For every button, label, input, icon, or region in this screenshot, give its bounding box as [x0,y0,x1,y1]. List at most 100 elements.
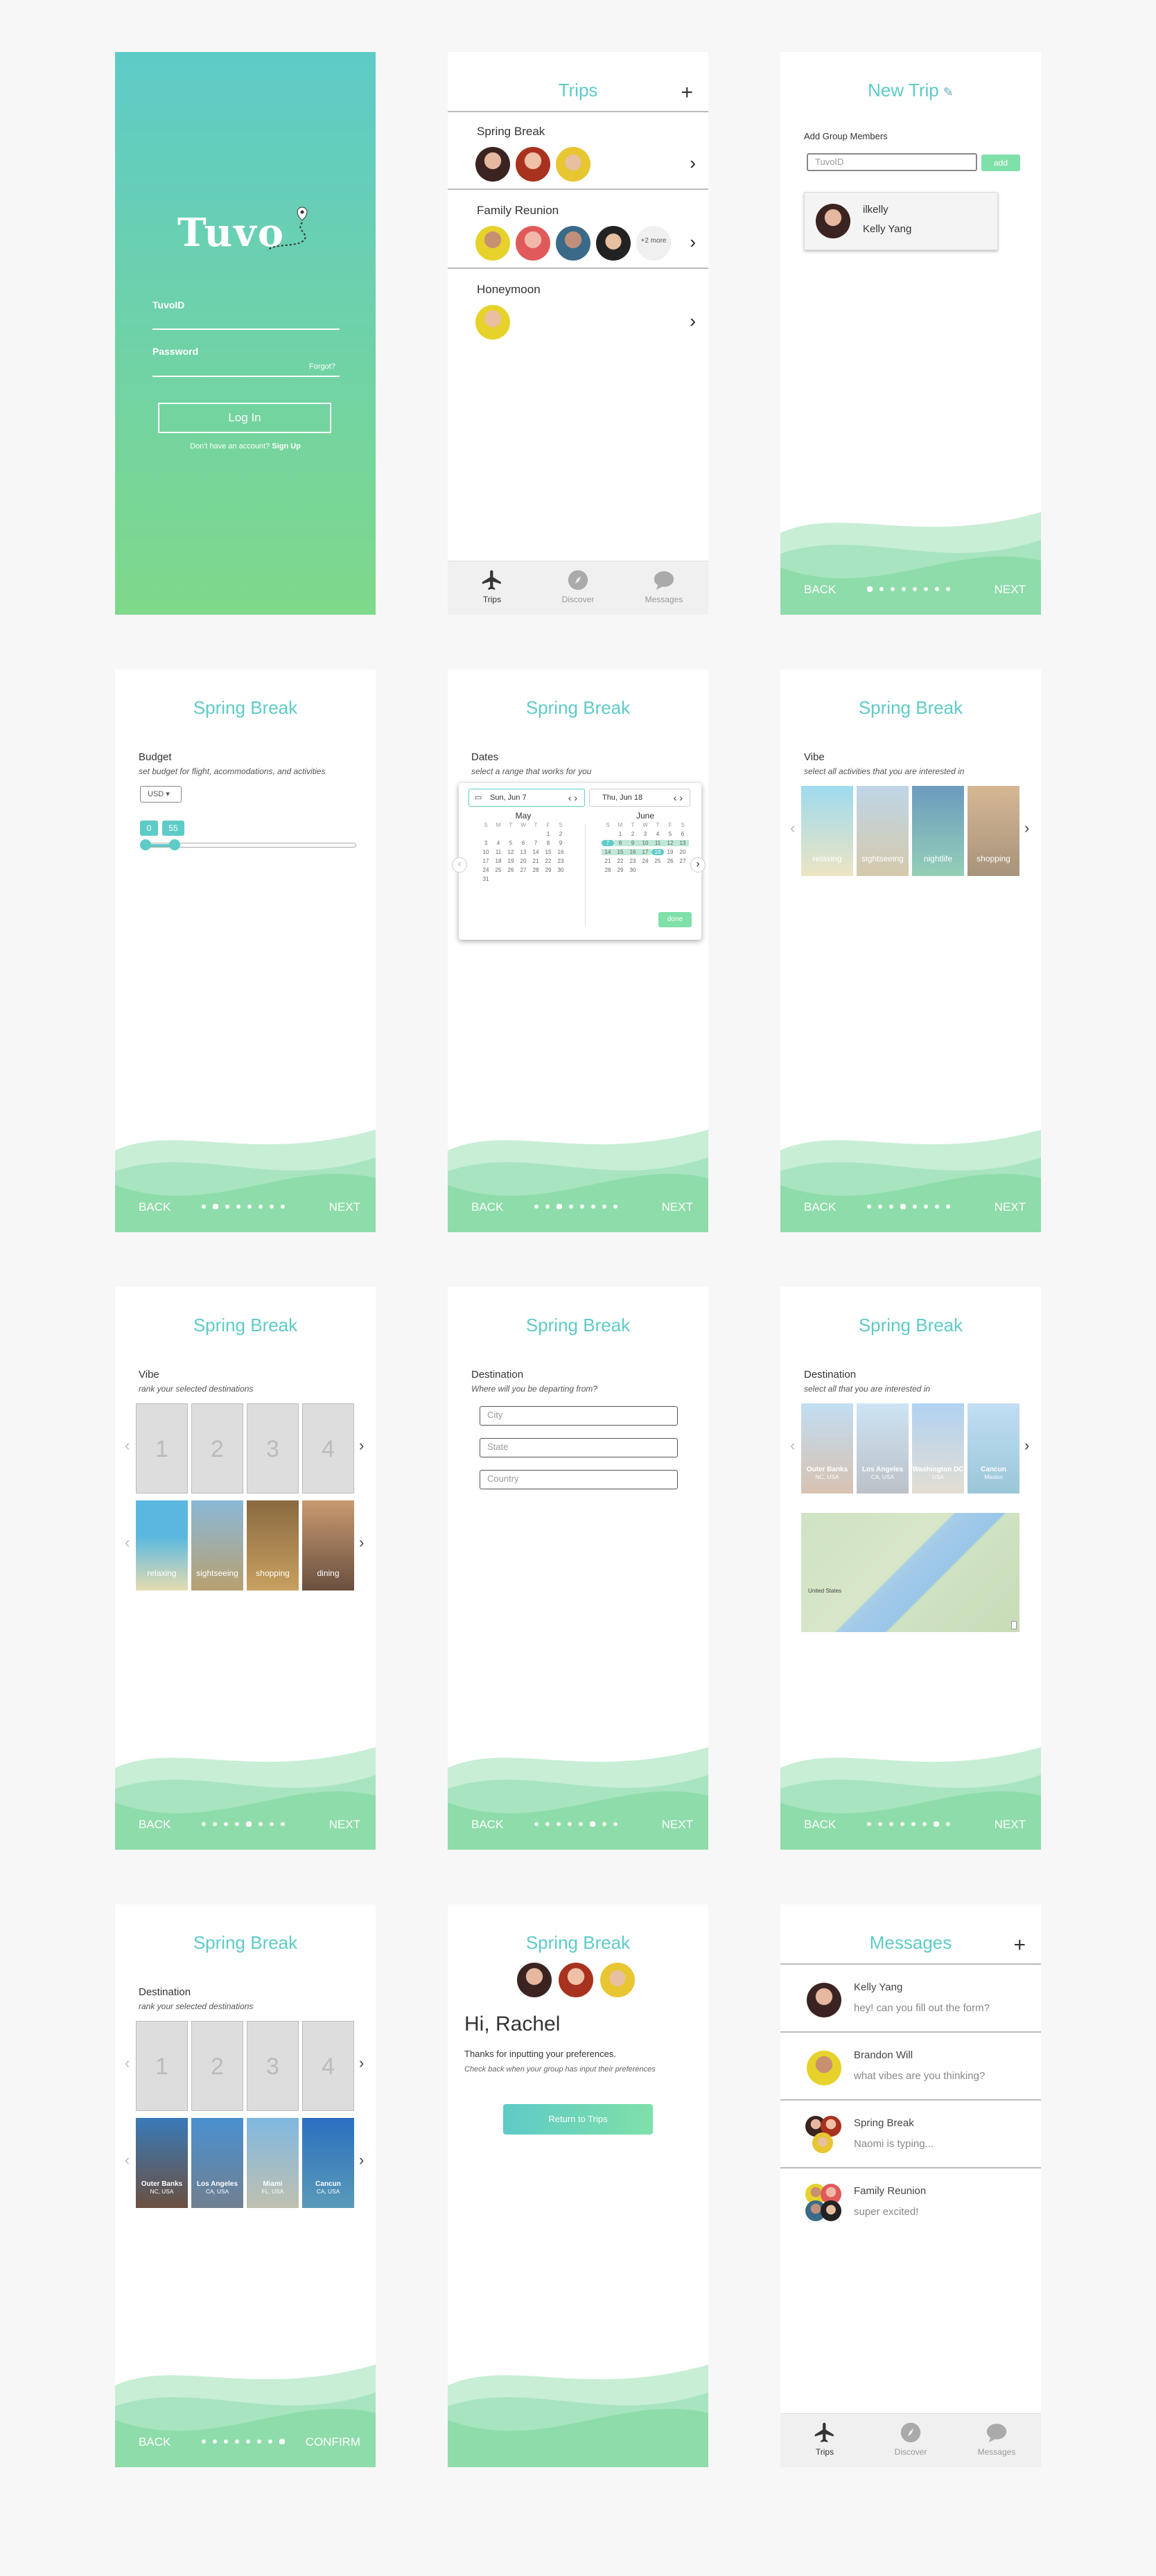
tuvoid-input[interactable] [152,328,340,330]
return-to-trips-button[interactable]: Return to Trips [503,2104,653,2135]
member-card[interactable]: ilkelly Kelly Yang [804,192,998,250]
destination-tile[interactable]: Miami FL, USA [247,2118,299,2208]
chevron-right-icon[interactable]: › [359,1534,364,1552]
add-trip-button[interactable]: + [681,82,693,103]
tab-discover[interactable]: Discover [876,2421,945,2457]
vibe-tile-dining[interactable]: dining [302,1500,354,1591]
calendar-june-grid[interactable]: S M T W T F S 1 2 3 4 5 6 7 8 9 10 11 12 13 14 15 16 17 18 19 20 21… [602,822,689,873]
message-thread[interactable]: Kelly Yang hey! can you fill out the for… [780,1965,1041,2033]
destination-tile[interactable]: Washington DC USA [912,1403,964,1493]
tab-messages[interactable]: Messages [962,2421,1031,2457]
trip-item[interactable]: Family Reunion +2 more › [448,191,708,269]
message-thread[interactable]: Family Reunion super excited! [780,2168,1041,2236]
chevron-right-icon[interactable]: › [359,2054,364,2072]
chevron-right-icon[interactable]: › [359,1437,364,1455]
vibe-tile-shopping[interactable]: shopping [247,1500,299,1591]
destination-map[interactable]: United States [801,1513,1019,1632]
rank-slot[interactable]: 1 [136,2021,188,2111]
tab-trips[interactable]: Trips [457,568,527,604]
more-members-badge[interactable]: +2 more [636,226,671,261]
chevron-left-icon[interactable]: ‹ [125,2054,130,2072]
password-input[interactable] [152,376,340,377]
vibe-tile-sightseeing[interactable]: sightseeing [857,786,909,876]
rank-slot[interactable]: 3 [247,1403,299,1493]
next-button[interactable]: NEXT [298,1818,360,1832]
section-subtitle: select all activities that you are inter… [804,766,965,776]
chevron-left-icon[interactable]: ‹ [790,1437,795,1455]
chevron-left-icon[interactable]: ‹ [790,819,795,837]
chevron-icons[interactable]: ‹ › [568,789,577,806]
next-arrow-icon[interactable]: › [690,857,706,873]
login-button[interactable]: Log In [158,403,331,433]
back-button[interactable]: BACK [139,1200,170,1214]
tile-location: NC, USA [150,2188,174,2195]
back-button[interactable]: BACK [804,1200,836,1214]
tab-messages[interactable]: Messages [629,568,699,604]
tab-discover[interactable]: Discover [543,568,613,604]
chevron-right-icon[interactable]: › [359,2151,364,2169]
message-thread[interactable]: Spring Break Naomi is typing... [780,2101,1041,2168]
chevron-right-icon[interactable]: › [1024,1437,1029,1455]
vibe-tile-shopping[interactable]: shopping [967,786,1019,876]
back-button[interactable]: BACK [471,1200,503,1214]
tuvoid-search-input[interactable]: TuvoID [807,153,977,171]
start-date-field[interactable]: ▭ Sun, Jun 7 ‹ › [468,789,585,807]
back-button[interactable]: BACK [139,1818,170,1832]
next-button[interactable]: NEXT [963,1200,1026,1214]
destination-tile[interactable]: Los Angeles CA, USA [191,2118,243,2208]
end-date-field[interactable]: Thu, Jun 18 ‹ › [589,789,690,807]
back-button[interactable]: BACK [804,1818,836,1832]
slider-handle-min[interactable] [140,839,151,850]
calendar-may-grid[interactable]: S M T W T F S 1 2 3 4 5 6 7 8 9 10 11 12 13 14 15 16 17 18 19 20 21… [480,822,567,882]
vibe-tile-nightlife[interactable]: nightlife [912,786,964,876]
vibe-tile-relaxing[interactable]: relaxing [801,786,853,876]
start-date-value: Sun, Jun 7 [490,794,527,802]
signup-link[interactable]: Sign Up [272,442,301,450]
vibe-tile-sightseeing[interactable]: sightseeing [191,1500,243,1591]
destination-tile[interactable]: Outer Banks NC, USA [801,1403,853,1493]
chevron-icons[interactable]: ‹ › [674,789,683,806]
back-button[interactable]: BACK [804,583,836,597]
forgot-link[interactable]: Forgot? [309,362,335,371]
add-member-button[interactable]: add [981,155,1020,171]
state-input[interactable]: State [480,1438,678,1457]
trip-item[interactable]: Spring Break › [448,112,708,190]
back-button[interactable]: BACK [471,1818,503,1832]
new-message-button[interactable]: + [1013,1935,1026,1956]
back-button[interactable]: BACK [139,2435,170,2449]
pencil-icon[interactable]: ✎ [943,85,954,99]
map-zoom-control[interactable] [1011,1621,1017,1629]
section-subtitle: rank your selected destinations [139,2001,254,2011]
country-input[interactable]: Country [480,1470,678,1489]
next-button[interactable]: NEXT [963,583,1026,597]
rank-slot[interactable]: 1 [136,1403,188,1493]
chevron-left-icon[interactable]: ‹ [125,1534,130,1552]
rank-slot[interactable]: 2 [191,2021,243,2111]
tab-label: Discover [894,2447,927,2457]
next-button[interactable]: NEXT [963,1818,1026,1832]
destination-tile[interactable]: Los Angeles CA, USA [857,1403,909,1493]
chevron-left-icon[interactable]: ‹ [125,1437,130,1455]
destination-tile[interactable]: Cancun CA, USA [302,2118,354,2208]
rank-slot[interactable]: 2 [191,1403,243,1493]
rank-slot[interactable]: 4 [302,2021,354,2111]
destination-tile[interactable]: Cancun Mexico [967,1403,1019,1493]
prev-arrow-icon[interactable]: ‹ [452,857,467,873]
next-button[interactable]: NEXT [631,1200,693,1214]
slider-handle-max[interactable] [169,839,180,850]
city-input[interactable]: City [480,1406,678,1426]
rank-slot[interactable]: 4 [302,1403,354,1493]
next-button[interactable]: NEXT [298,1200,360,1214]
vibe-tile-relaxing[interactable]: relaxing [136,1500,188,1591]
currency-select[interactable]: USD ▾ [140,786,182,803]
chevron-left-icon[interactable]: ‹ [125,2151,130,2169]
done-button[interactable]: done [658,912,692,927]
tab-trips[interactable]: Trips [790,2421,859,2457]
confirm-button[interactable]: CONFIRM [298,2435,360,2449]
next-button[interactable]: NEXT [631,1818,693,1832]
chevron-right-icon[interactable]: › [1024,819,1029,837]
message-thread[interactable]: Brandon Will what vibes are you thinking… [780,2033,1041,2101]
rank-slot[interactable]: 3 [247,2021,299,2111]
destination-tile[interactable]: Outer Banks NC, USA [136,2118,188,2208]
trip-item[interactable]: Honeymoon › [448,270,708,348]
